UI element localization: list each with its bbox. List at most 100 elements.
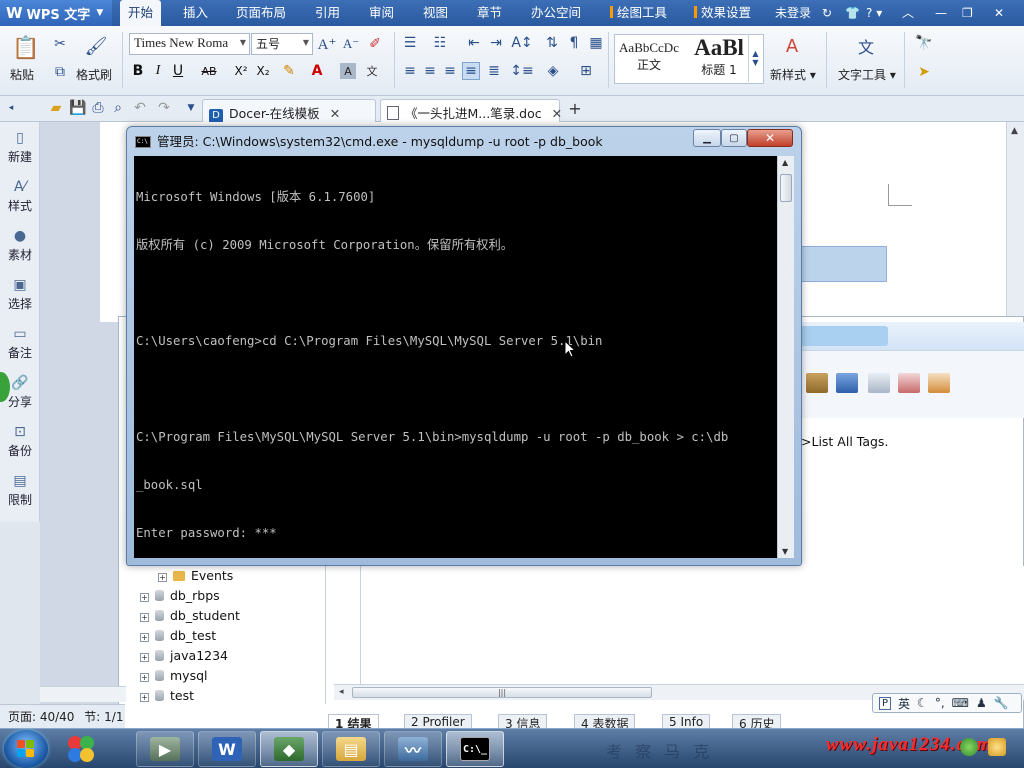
sidebar-item-material[interactable]: ● 素材 [0, 228, 40, 263]
restore-db-icon[interactable] [836, 373, 858, 393]
tree-node-db[interactable]: + test [140, 686, 194, 706]
start-button[interactable] [4, 730, 48, 768]
tree-node-db[interactable]: + db_rbps [140, 586, 220, 606]
minimize-icon[interactable]: — [935, 0, 947, 26]
tab-document[interactable]: 《一头扎进M...笔录.doc ✕ [380, 99, 562, 122]
copy-icon[interactable]: ⧉ [52, 64, 68, 80]
print-preview-icon[interactable]: ⌕ [110, 100, 126, 116]
tree-node-db[interactable]: + mysql [140, 666, 208, 686]
select-pointer-icon[interactable]: ➤ [916, 64, 932, 80]
sidebar-item-new[interactable]: ▯ 新建 [0, 130, 40, 165]
shirt-skin-icon[interactable]: 👕 [845, 0, 860, 26]
tree-node-db[interactable]: + java1234 [140, 646, 228, 666]
close-button[interactable]: ✕ [747, 129, 793, 147]
expand-icon[interactable]: + [140, 693, 149, 702]
tray-network-icon[interactable] [960, 738, 978, 756]
expand-icon[interactable]: + [140, 633, 149, 642]
tree-horizontal-scrollbar[interactable] [40, 686, 126, 702]
scroll-up-icon[interactable]: ▲ [1011, 126, 1018, 136]
print-icon[interactable]: ⎙ [90, 100, 106, 116]
paste-icon[interactable]: 📋 [12, 34, 40, 62]
console-scrollbar[interactable]: ▲ ▼ [777, 156, 794, 558]
tab-view[interactable]: 视图 [423, 0, 448, 26]
new-style-icon[interactable]: A [780, 34, 804, 58]
wrench-icon[interactable]: 🔧 [994, 696, 1009, 710]
format-painter-icon[interactable]: 🖌 [84, 34, 108, 58]
align-center-icon[interactable]: ≡ [422, 63, 438, 79]
sort-icon[interactable]: ⇅ [544, 35, 560, 51]
taskbar-app-wps[interactable]: W [198, 731, 256, 767]
superscript-icon[interactable]: X² [232, 63, 250, 79]
increase-indent-icon[interactable]: ⇥ [488, 35, 504, 51]
tab-insert[interactable]: 插入 [183, 0, 208, 26]
expand-icon[interactable]: + [140, 653, 149, 662]
underline-icon[interactable]: U [170, 63, 186, 79]
tab-chapter[interactable]: 章节 [477, 0, 502, 26]
strikethrough-icon[interactable]: AB [198, 63, 220, 79]
list-all-tags-link[interactable]: >List All Tags. [801, 434, 888, 449]
font-color-icon[interactable]: A [308, 63, 326, 79]
redo-icon[interactable]: ↷ [156, 100, 172, 116]
text-direction-icon[interactable]: A↕ [511, 35, 532, 51]
font-size-select[interactable]: 五号 ▼ [251, 33, 313, 55]
style-gallery-scroll[interactable]: ▲ ▼ [748, 34, 762, 82]
show-marks-icon[interactable]: ¶ [566, 35, 582, 51]
ribbon-collapse-icon[interactable]: ︿ [902, 0, 914, 26]
scroll-thumb[interactable]: ||| [352, 687, 652, 698]
cut-icon[interactable]: ✂ [52, 36, 68, 52]
refresh-icon[interactable]: ↻ [822, 0, 832, 26]
highlight-icon[interactable]: ✎ [280, 63, 298, 79]
format-painter-button[interactable]: 格式刷 [76, 66, 112, 83]
open-folder-icon[interactable]: ▰ [48, 100, 64, 116]
save-icon[interactable]: 💾 [69, 100, 86, 116]
taskbar-app-terminal[interactable]: ▶ [136, 731, 194, 767]
tab-page-layout[interactable]: 页面布局 [236, 0, 286, 26]
restore-icon[interactable]: ❐ [962, 0, 973, 26]
tab-results[interactable]: 1 结果 [328, 714, 379, 728]
tab-profiler[interactable]: 2 Profiler [404, 714, 472, 728]
text-tools-button[interactable]: 文字工具 ▾ [838, 66, 896, 83]
expand-icon[interactable]: + [140, 613, 149, 622]
sidebar-item-restrict[interactable]: ▤ 限制 [0, 473, 40, 508]
login-link[interactable]: 未登录 [775, 0, 811, 26]
sidebar-item-select[interactable]: ▣ 选择 [0, 277, 40, 312]
new-tab-button[interactable]: + [566, 99, 584, 118]
shading-icon[interactable]: ◈ [544, 63, 562, 79]
taskbar-app-cmd[interactable]: C:\_ [446, 731, 504, 767]
borders-icon[interactable]: ⊞ [578, 63, 594, 79]
chevron-left-icon[interactable]: ◂ [4, 101, 18, 115]
tab-references[interactable]: 引用 [315, 0, 340, 26]
bullet-list-icon[interactable]: ☰ [402, 35, 418, 51]
close-icon[interactable]: ✕ [552, 106, 562, 121]
ime-language-toggle[interactable]: 英 [898, 695, 910, 712]
table-icon[interactable]: ▦ [588, 35, 604, 51]
sidebar-item-backup[interactable]: ⊡ 备份 [0, 424, 40, 459]
sidebar-item-note[interactable]: ▭ 备注 [0, 326, 40, 361]
align-left-icon[interactable]: ≡ [402, 63, 418, 79]
close-icon[interactable]: ✕ [330, 106, 340, 121]
text-tools-icon[interactable]: 文 [854, 34, 878, 58]
minimize-button[interactable]: ▁ [693, 129, 721, 147]
sidebar-item-style[interactable]: A⁄ 样式 [0, 179, 40, 214]
justify-icon[interactable]: ≡ [462, 62, 480, 80]
decrease-indent-icon[interactable]: ⇤ [466, 35, 482, 51]
table-report-icon[interactable] [898, 373, 920, 393]
numbered-list-icon[interactable]: ☷ [432, 35, 448, 51]
paste-button[interactable]: 粘贴 [10, 66, 34, 83]
undo-icon[interactable]: ↶ [132, 100, 148, 116]
wps-app-menu-button[interactable]: W WPS 文字 ▼ [0, 0, 112, 26]
tab-office-space[interactable]: 办公空间 [531, 0, 581, 26]
tree-node-db[interactable]: + db_student [140, 606, 240, 626]
scroll-thumb[interactable] [780, 174, 792, 202]
scroll-down-icon[interactable]: ▼ [782, 547, 788, 556]
tab-messages[interactable]: 3 信息 [498, 714, 548, 728]
distributed-align-icon[interactable]: ≣ [486, 63, 502, 79]
tray-mail-icon[interactable] [988, 738, 1006, 756]
tab-table-data[interactable]: 4 表数据 [574, 714, 636, 728]
italic-icon[interactable]: I [150, 63, 166, 79]
cmd-console[interactable]: Microsoft Windows [版本 6.1.7600] 版权所有 (c)… [134, 156, 794, 558]
taskbar-app-mysql-gui[interactable]: ◆ [260, 731, 318, 767]
keyboard-icon[interactable]: ⌨ [952, 696, 969, 710]
tab-review[interactable]: 审阅 [369, 0, 394, 26]
find-replace-icon[interactable]: 🔭 [914, 34, 934, 52]
